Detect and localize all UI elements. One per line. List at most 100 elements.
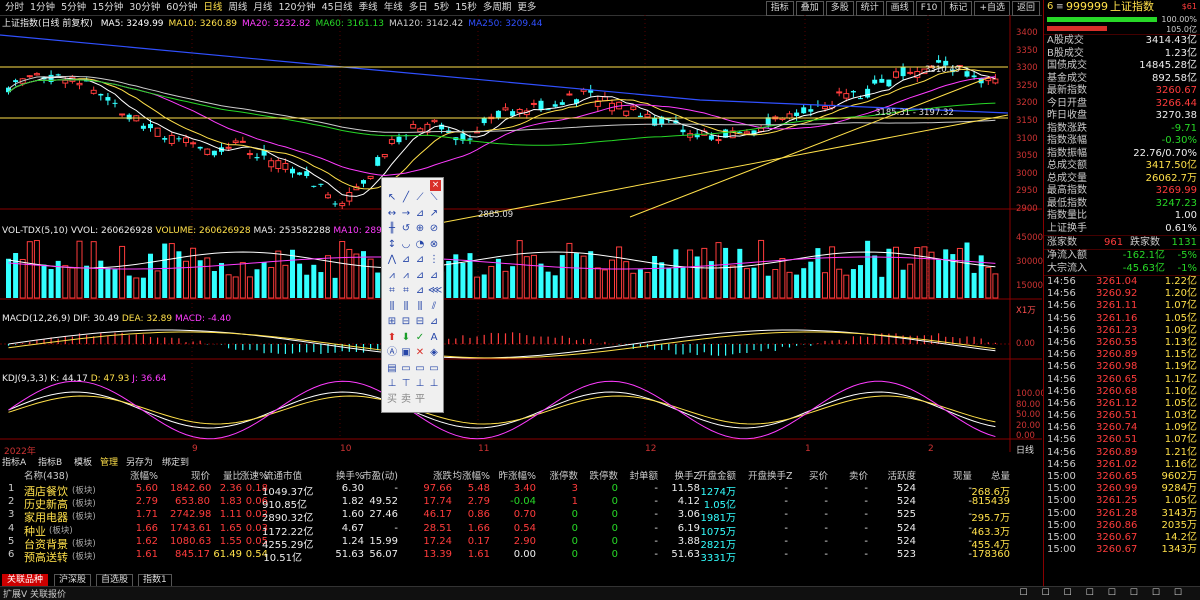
table-row[interactable]: 2 历史新高 (板块) 2.79 653.80 1.83 0.06 910.85亿 1.82 49…	[0, 496, 1042, 511]
price4-icon[interactable]: ⊥	[428, 378, 440, 390]
status-icon[interactable]: ☐	[1174, 588, 1196, 598]
price3-icon[interactable]: ⊥	[414, 378, 426, 390]
period-icon[interactable]: ⫼	[386, 301, 398, 313]
period-tab[interactable]: 15秒	[452, 0, 480, 15]
price2-icon[interactable]: ⊤	[400, 378, 412, 390]
curve-icon[interactable]: ◡	[400, 239, 412, 251]
column-header[interactable]: 封单额	[618, 468, 658, 482]
text-box-icon[interactable]: Ⓐ	[386, 347, 398, 359]
rect3-icon[interactable]: ▭	[428, 363, 440, 375]
status-icon[interactable]: ☐	[1064, 588, 1086, 598]
pie-icon[interactable]: ◔	[414, 239, 426, 251]
period-tab[interactable]: 更多	[514, 0, 539, 15]
status-icon[interactable]: ☐	[1152, 588, 1174, 598]
box3-icon[interactable]: ⊟	[414, 316, 426, 328]
column-header[interactable]: 涨停数	[538, 468, 578, 482]
cross-circle-icon[interactable]: ⊗	[428, 239, 440, 251]
uptrend-icon[interactable]: ↗	[428, 208, 440, 220]
speed-icon[interactable]: ⋘	[428, 285, 442, 297]
period-tab[interactable]: 15分钟	[89, 0, 126, 15]
status-icon[interactable]: ☐	[1130, 588, 1152, 598]
ray-icon[interactable]: ⟋	[414, 192, 426, 204]
column-header[interactable]: 活跃度	[876, 468, 916, 482]
column-header[interactable]: 换手Z	[660, 468, 700, 482]
arrow-line-icon[interactable]: →	[400, 208, 412, 220]
column-header[interactable]: 卖价	[828, 468, 868, 482]
chart-area[interactable]: 上证指数(日线 前复权) MA5: 3249.99 MA10: 3260.89 MA…	[0, 15, 1046, 457]
box2-icon[interactable]: ⊟	[400, 316, 412, 328]
sell-icon[interactable]: 卖	[400, 394, 412, 406]
period2-icon[interactable]: ⫼	[400, 301, 412, 313]
period-tab[interactable]: 5分钟	[58, 0, 89, 15]
hide-icon[interactable]: ◈	[428, 347, 440, 359]
status-icon[interactable]: ☐	[1041, 588, 1063, 598]
period-tab[interactable]: 月线	[250, 0, 275, 15]
period-tab[interactable]: 分时	[2, 0, 27, 15]
column-header[interactable]: 买价	[788, 468, 828, 482]
angle-icon[interactable]: ⊿	[414, 285, 426, 297]
wave4-icon[interactable]: ⊿	[428, 270, 440, 282]
slant-icon[interactable]: ⫽	[428, 301, 440, 313]
triangle-icon[interactable]: ⊿	[414, 208, 426, 220]
column-header[interactable]: 均涨幅%	[450, 468, 490, 482]
period-tab[interactable]: 年线	[381, 0, 406, 15]
toolbar-button[interactable]: F10	[915, 1, 943, 16]
delete-icon[interactable]: ✕	[414, 347, 426, 359]
column-header[interactable]: 跌停数	[578, 468, 618, 482]
status-link[interactable]: 关联报价	[30, 587, 66, 600]
segment-icon[interactable]: ⟍	[428, 192, 440, 204]
toolbar-button[interactable]: 返回	[1011, 1, 1040, 16]
toolbar-button[interactable]: 叠加	[795, 1, 824, 16]
arc-icon[interactable]: ↺	[400, 223, 412, 235]
period-tab[interactable]: 1分钟	[27, 0, 58, 15]
toolbar-button[interactable]: 统计	[855, 1, 884, 16]
up-arrow-icon[interactable]: ⬆	[386, 332, 398, 344]
period-tab[interactable]: 120分钟	[275, 0, 318, 15]
column-header[interactable]: 流通市值	[262, 468, 302, 482]
status-icon[interactable]: ☐	[1019, 588, 1041, 598]
period-tab[interactable]: 5秒	[431, 0, 453, 15]
toolbar-button[interactable]: 多股	[825, 1, 854, 16]
fib-icon[interactable]: ⊿	[414, 254, 426, 266]
period3-icon[interactable]: ⫼	[414, 301, 426, 313]
toolbar-button[interactable]: 标记	[944, 1, 973, 16]
note-icon[interactable]: ▤	[386, 363, 398, 375]
line-icon[interactable]: ╱	[400, 192, 412, 204]
close-icon[interactable]: ×	[430, 180, 441, 191]
vline-icon[interactable]: ↕	[386, 239, 398, 251]
menu-icon[interactable]: ≡	[1056, 0, 1064, 14]
toolbar-button[interactable]: +自选	[974, 1, 1010, 16]
column-header[interactable]: 涨跌	[412, 468, 452, 482]
table-row[interactable]: 6 预高送转 (板块) 1.61 845.17 61.49 0.54 10.51亿 51.63 5…	[0, 549, 1042, 564]
cursor-icon[interactable]: ↖	[386, 192, 398, 204]
wave-icon[interactable]: ⩘	[386, 270, 398, 282]
period-tab[interactable]: 多周期	[480, 0, 515, 15]
period-tab[interactable]: 周线	[225, 0, 250, 15]
column-header[interactable]: 昨涨幅%	[496, 468, 536, 482]
grid2-icon[interactable]: ⌗	[400, 285, 412, 297]
column-header[interactable]: 现量	[932, 468, 972, 482]
gann-icon[interactable]: ⊿	[400, 254, 412, 266]
circle-icon[interactable]: ⊕	[414, 223, 426, 235]
tri2-icon[interactable]: ⊿	[428, 316, 440, 328]
status-icon[interactable]: ☐	[1108, 588, 1130, 598]
wave2-icon[interactable]: ⩘	[400, 270, 412, 282]
grid-icon[interactable]: ⌗	[386, 285, 398, 297]
period-tab[interactable]: 季线	[356, 0, 381, 15]
column-header[interactable]: 名称(438)	[24, 468, 69, 482]
wave3-icon[interactable]: ⊿	[414, 270, 426, 282]
column-header[interactable]: 总量	[970, 468, 1010, 482]
column-header[interactable]: 市盈(动)	[358, 468, 398, 482]
buy-icon[interactable]: 买	[386, 394, 398, 406]
period-tab[interactable]: 45日线	[319, 0, 356, 15]
channel-icon[interactable]: ╫	[386, 223, 398, 235]
check-icon[interactable]: ✓	[414, 332, 426, 344]
period-tab[interactable]: 日线	[200, 0, 225, 15]
table-row[interactable]: 1 酒店餐饮 (板块) 5.60 1842.60 2.36 0.18 1049.37亿 6.30…	[0, 483, 1042, 498]
ellipse-icon[interactable]: ⊘	[428, 223, 440, 235]
fan-icon[interactable]: ⋀	[386, 254, 398, 266]
column-header[interactable]: 开盘换手Z	[748, 468, 793, 482]
rect2-icon[interactable]: ▭	[414, 363, 426, 375]
dots-icon[interactable]: ⋮	[428, 254, 440, 266]
box-icon[interactable]: ⊞	[386, 316, 398, 328]
